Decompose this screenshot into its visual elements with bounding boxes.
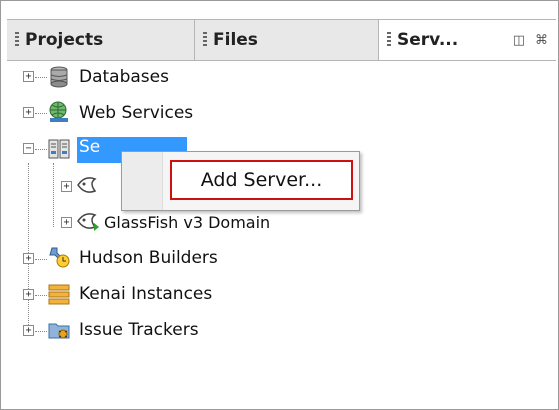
tree-item-web-services[interactable]: Web Services: [79, 103, 193, 123]
minimize-window-icon[interactable]: ◫: [513, 33, 525, 48]
hudson-builders-icon: [49, 247, 70, 268]
expand-server-child-toggle[interactable]: +: [61, 181, 72, 192]
tab-bar: Projects Files Serv... ◫ ⌘: [7, 19, 556, 61]
drag-grip-icon[interactable]: [387, 32, 391, 48]
tab-files[interactable]: Files: [195, 20, 379, 60]
services-panel: Projects Files Serv... ◫ ⌘ + Databases +: [0, 0, 559, 410]
expand-web-services-toggle[interactable]: +: [23, 107, 34, 118]
kenai-instances-icon: [48, 284, 70, 305]
tab-controls: ◫ ⌘: [513, 20, 548, 60]
web-services-globe-icon: [49, 101, 68, 122]
tree-connector: [35, 149, 47, 151]
expand-hudson-toggle[interactable]: +: [23, 253, 34, 264]
tree-item-kenai-instances[interactable]: Kenai Instances: [79, 284, 212, 304]
drag-grip-icon[interactable]: [15, 32, 19, 48]
tab-services[interactable]: Serv... ◫ ⌘: [379, 20, 556, 60]
drag-grip-icon[interactable]: [203, 32, 207, 48]
tab-projects-label: Projects: [25, 30, 104, 50]
tree-item-issue-trackers[interactable]: Issue Trackers: [79, 320, 199, 340]
tree-connector: [35, 295, 47, 297]
servers-icon: [48, 139, 70, 159]
tree-item-glassfish-v3-domain[interactable]: GlassFish v3 Domain: [104, 213, 270, 232]
expand-glassfish-toggle[interactable]: +: [61, 217, 72, 228]
tab-projects[interactable]: Projects: [7, 20, 195, 60]
expand-databases-toggle[interactable]: +: [23, 71, 34, 82]
tree-connector: [53, 163, 55, 227]
expand-issue-trackers-toggle[interactable]: +: [23, 325, 34, 336]
close-tab-icon[interactable]: ⌘: [535, 33, 548, 48]
tab-services-label: Serv...: [397, 30, 459, 50]
glassfish-icon: [77, 213, 99, 231]
tab-files-label: Files: [213, 30, 258, 50]
tree-item-databases[interactable]: Databases: [79, 67, 169, 87]
collapse-servers-toggle[interactable]: −: [23, 143, 34, 154]
expand-kenai-toggle[interactable]: +: [23, 289, 34, 300]
add-server-menu-item[interactable]: Add Server...: [170, 160, 353, 200]
tree-item-hudson-builders[interactable]: Hudson Builders: [79, 248, 218, 268]
database-icon: [50, 66, 68, 88]
context-menu-icon-gutter: [122, 152, 163, 210]
tree-connector: [35, 113, 47, 115]
tree-connector: [35, 77, 47, 79]
tree-connector: [35, 331, 47, 333]
glassfish-icon: [77, 177, 97, 193]
issue-trackers-icon: [48, 323, 70, 339]
tree-connector: [35, 259, 47, 261]
context-menu: Add Server...: [121, 151, 360, 211]
tree-connector: [28, 163, 30, 333]
